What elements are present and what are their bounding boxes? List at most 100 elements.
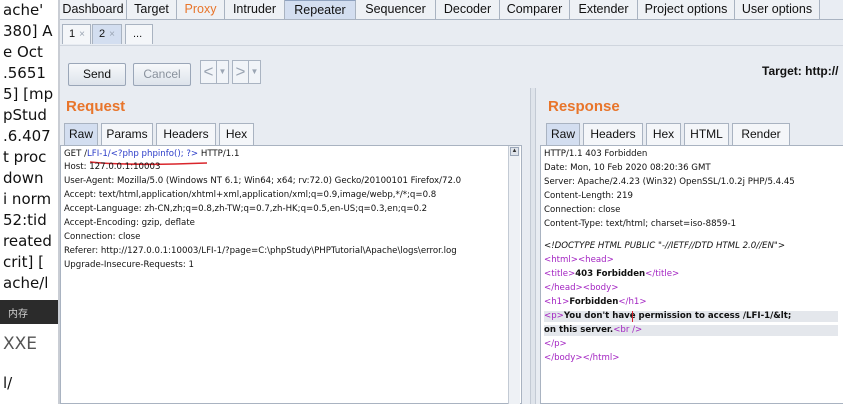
html-line: <html><head> — [544, 255, 614, 266]
terminal-line-last: l/ — [3, 374, 13, 392]
close-icon[interactable]: × — [109, 29, 115, 40]
repeater-tab-label: 1 — [69, 28, 76, 40]
close-icon[interactable]: × — [79, 29, 85, 40]
html-line: </p> — [544, 339, 567, 350]
tab-hex[interactable]: Hex — [219, 123, 254, 145]
burp-window: Dashboard Target Proxy Intruder Repeater… — [58, 0, 843, 404]
tab-intruder[interactable]: Intruder — [225, 0, 285, 20]
repeater-tab-bar: 1 × 2 × ... — [60, 21, 843, 45]
injected-path: LFI-1/<?php phpinfo(); ?> — [86, 149, 199, 159]
request-line: GET /LFI-1/<?php phpinfo(); ?> HTTP/1.1 — [64, 149, 239, 160]
send-button[interactable]: Send — [68, 63, 126, 86]
terminal-line: pStud — [3, 106, 47, 124]
html-tag: </html> — [582, 353, 620, 363]
xxe-label: XXE — [3, 334, 38, 354]
repeater-tab-1[interactable]: 1 × — [62, 24, 91, 44]
terminal-line: t proc — [3, 148, 47, 166]
header-line: Accept: text/html,application/xhtml+xml,… — [64, 190, 437, 200]
request-scrollbar[interactable]: ▲ — [508, 146, 520, 404]
terminal-line: .6.407 — [3, 127, 51, 145]
terminal-line: i norm — [3, 190, 52, 208]
html-line-highlighted: on this server.<br /> — [544, 325, 838, 336]
html-text: on this server. — [544, 325, 614, 335]
header-line: Upgrade-Insecure-Requests: 1 — [64, 260, 194, 270]
html-line: </head><body> — [544, 283, 618, 294]
background-terminal: ache' 380] A e Oct .5651 5] [mp pStud .6… — [0, 0, 58, 404]
target-label[interactable]: Target: http:// — [762, 64, 838, 78]
html-tag: <head> — [577, 255, 614, 265]
response-pane: Response Raw Headers Hex HTML Render HTT… — [538, 88, 843, 404]
header-line: Connection: close — [64, 232, 141, 242]
html-tag: <html> — [544, 255, 578, 265]
tab-dashboard[interactable]: Dashboard — [60, 0, 127, 20]
cancel-button[interactable]: Cancel — [133, 63, 191, 86]
scroll-up-icon[interactable]: ▲ — [510, 147, 519, 156]
back-arrow-icon[interactable]: < — [200, 60, 217, 84]
request-method: GET / — [64, 149, 87, 159]
response-header-line: Content-Length: 219 — [544, 191, 633, 201]
request-title: Request — [66, 98, 126, 115]
new-tab-button[interactable]: ... — [125, 24, 153, 44]
html-tag: <br /> — [613, 325, 643, 335]
html-tag: </head> — [544, 283, 583, 293]
html-tag: </body> — [544, 353, 583, 363]
tab-decoder[interactable]: Decoder — [436, 0, 500, 20]
response-header-line: Server: Apache/2.4.23 (Win32) OpenSSL/1.… — [544, 177, 795, 187]
response-header-line: HTTP/1.1 403 Forbidden — [544, 149, 648, 159]
repeater-tab-2[interactable]: 2 × — [92, 24, 122, 44]
tab-user-options[interactable]: User options — [735, 0, 820, 20]
tab-repeater[interactable]: Repeater — [285, 0, 356, 20]
tab-raw[interactable]: Raw — [64, 123, 98, 145]
request-pane: Request Raw Params Headers Hex GET /LFI-… — [60, 88, 530, 404]
back-history-dropdown[interactable]: ▼ — [217, 60, 229, 84]
request-protocol: HTTP/1.1 — [198, 149, 240, 159]
tab-headers[interactable]: Headers — [583, 123, 643, 145]
html-line: </body></html> — [544, 353, 619, 364]
tab-hex[interactable]: Hex — [646, 123, 681, 145]
html-tag: </p> — [544, 339, 567, 349]
html-text: 403 Forbidden — [575, 269, 646, 279]
terminal-line: 380] A — [3, 22, 53, 40]
header-line: Accept-Encoding: gzip, deflate — [64, 218, 195, 228]
tab-render[interactable]: Render — [732, 123, 790, 145]
terminal-line: ache/l — [3, 274, 49, 292]
tab-params[interactable]: Params — [101, 123, 153, 145]
header-line: Accept-Language: zh-CN,zh;q=0.8,zh-TW;q=… — [64, 204, 428, 214]
main-tab-bar: Dashboard Target Proxy Intruder Repeater… — [60, 0, 843, 20]
html-line: <title>403 Forbidden</title> — [544, 269, 679, 280]
response-editor[interactable]: HTTP/1.1 403 Forbidden Date: Mon, 10 Feb… — [540, 145, 843, 404]
response-header-line: Date: Mon, 10 Feb 2020 08:20:36 GMT — [544, 163, 711, 173]
header-line: User-Agent: Mozilla/5.0 (Windows NT 6.1;… — [64, 176, 462, 186]
forward-arrow-icon[interactable]: > — [232, 60, 249, 84]
tab-project-options[interactable]: Project options — [638, 0, 735, 20]
pane-splitter[interactable] — [530, 88, 536, 404]
tab-extender[interactable]: Extender — [570, 0, 638, 20]
html-tag: </title> — [645, 269, 680, 279]
tab-target[interactable]: Target — [127, 0, 177, 20]
html-tag: <body> — [582, 283, 619, 293]
tab-sequencer[interactable]: Sequencer — [356, 0, 436, 20]
repeater-tab-label: 2 — [99, 28, 106, 40]
html-tag: <p> — [544, 311, 564, 321]
forward-history-dropdown[interactable]: ▼ — [249, 60, 261, 84]
terminal-line: .5651 — [3, 64, 46, 82]
response-title: Response — [548, 98, 620, 115]
memory-badge-label: 内存 — [8, 309, 28, 320]
terminal-line: reated — [3, 232, 52, 250]
tab-comparer[interactable]: Comparer — [500, 0, 570, 20]
html-tag: </h1> — [618, 297, 647, 307]
terminal-line: e Oct — [3, 43, 43, 61]
html-text: You don't have permission to access /LFI… — [563, 311, 792, 321]
tab-proxy[interactable]: Proxy — [177, 0, 225, 20]
html-line: <h1>Forbidden</h1> — [544, 297, 647, 308]
request-editor[interactable]: GET /LFI-1/<?php phpinfo(); ?> HTTP/1.1 … — [60, 145, 522, 404]
html-line-highlighted: <p>You don't have permission to access /… — [544, 311, 838, 322]
tab-raw[interactable]: Raw — [546, 123, 580, 145]
tab-html[interactable]: HTML — [684, 123, 729, 145]
memory-badge: 内存 — [0, 300, 58, 324]
html-tag: <h1> — [544, 297, 570, 307]
terminal-line: down — [3, 169, 44, 187]
html-text: Forbidden — [569, 297, 619, 307]
terminal-line: 52:tid — [3, 211, 47, 229]
tab-headers[interactable]: Headers — [156, 123, 216, 145]
